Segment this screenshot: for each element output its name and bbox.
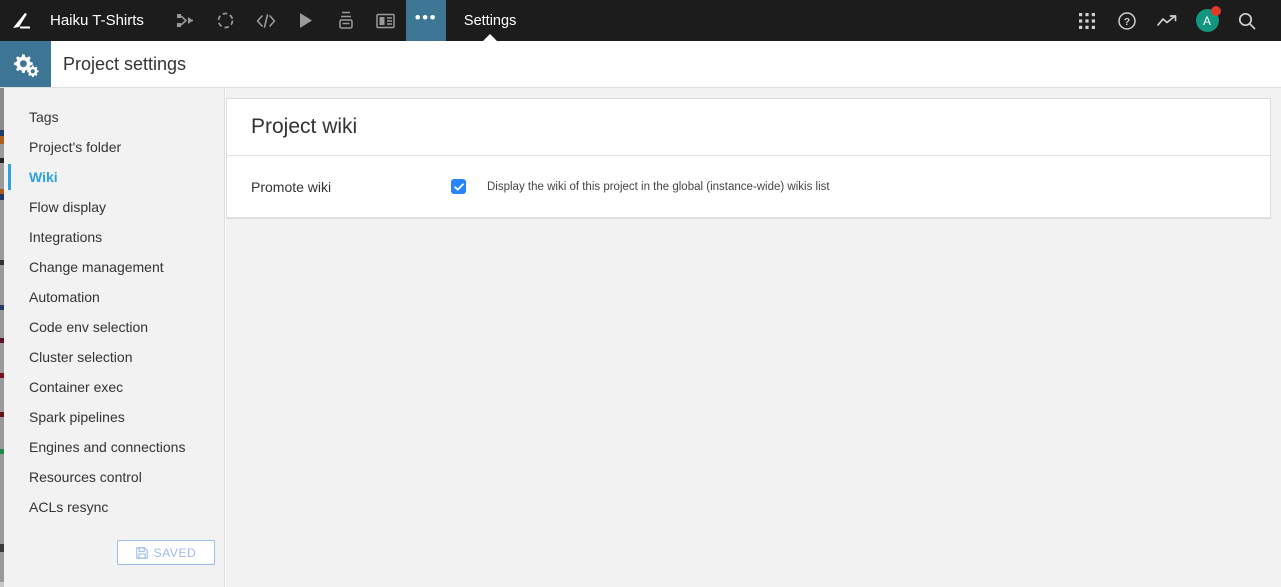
sidebar-item-label: Change management — [29, 259, 164, 275]
sidebar-item-integrations[interactable]: Integrations — [4, 222, 224, 252]
tab-active-caret-icon — [483, 34, 498, 41]
top-navigation-bar: Haiku T-Shirts ••• Settings ? A — [0, 0, 1281, 41]
sidebar-item-container-exec[interactable]: Container exec — [4, 372, 224, 402]
save-button-label: SAVED — [153, 545, 197, 560]
gears-icon[interactable] — [0, 41, 51, 87]
dashboard-icon[interactable] — [366, 0, 406, 41]
sidebar-item-flow-display[interactable]: Flow display — [4, 192, 224, 222]
dataset-icon[interactable] — [206, 0, 246, 41]
save-button[interactable]: SAVED — [117, 540, 215, 565]
project-wiki-card: Project wiki Promote wiki Display the wi… — [226, 98, 1271, 219]
sidebar-item-list: Tags Project's folder Wiki Flow display Inte… — [4, 102, 224, 522]
sidebar-item-change-management[interactable]: Change management — [4, 252, 224, 282]
sidebar-item-code-env-selection[interactable]: Code env selection — [4, 312, 224, 342]
card-title: Project wiki — [227, 99, 1270, 156]
promote-wiki-control: Display the wiki of this project in the … — [451, 179, 830, 194]
tab-settings[interactable]: Settings — [446, 0, 534, 41]
more-menu-dots: ••• — [414, 8, 438, 27]
help-icon[interactable]: ? — [1107, 0, 1147, 41]
more-menu-icon[interactable]: ••• — [405, 0, 446, 41]
sidebar-item-label: Project's folder — [29, 139, 122, 155]
search-icon[interactable] — [1227, 0, 1267, 41]
svg-text:?: ? — [1124, 16, 1130, 28]
sidebar-item-acls-resync[interactable]: ACLs resync — [4, 492, 224, 522]
main-content-area: Project wiki Promote wiki Display the wi… — [226, 88, 1281, 587]
jobs-play-icon[interactable] — [286, 0, 326, 41]
sidebar-item-label: Cluster selection — [29, 349, 133, 365]
trend-icon[interactable] — [1147, 0, 1187, 41]
sidebar-item-label: ACLs resync — [29, 499, 109, 515]
sidebar-item-label: Container exec — [29, 379, 124, 395]
sidebar-item-label: Wiki — [29, 169, 58, 185]
notification-badge-icon — [1211, 6, 1221, 16]
sidebar-item-automation[interactable]: Automation — [4, 282, 224, 312]
sidebar-item-engines-and-connections[interactable]: Engines and connections — [4, 432, 224, 462]
promote-wiki-label: Promote wiki — [251, 178, 332, 195]
avatar[interactable]: A — [1187, 0, 1227, 41]
settings-sidebar: Tags Project's folder Wiki Flow display Inte… — [4, 88, 225, 587]
sidebar-item-project-s-folder[interactable]: Project's folder — [4, 132, 224, 162]
apps-grid-icon[interactable] — [1067, 0, 1107, 41]
promote-wiki-checkbox[interactable] — [451, 179, 466, 194]
dataiku-logo-icon[interactable] — [0, 0, 44, 41]
sidebar-item-label: Automation — [29, 289, 100, 305]
sidebar-item-cluster-selection[interactable]: Cluster selection — [4, 342, 224, 372]
sidebar-item-label: Flow display — [29, 199, 107, 215]
save-disk-icon — [135, 546, 148, 559]
nav-icon-group: ••• — [166, 0, 446, 41]
promote-wiki-row: Promote wiki Display the wiki of this pr… — [227, 156, 1270, 218]
sidebar-item-label: Code env selection — [29, 319, 149, 335]
sidebar-item-label: Tags — [29, 109, 59, 125]
sidebar-item-label: Integrations — [29, 229, 103, 245]
sidebar-item-label: Engines and connections — [29, 439, 186, 455]
project-name-label[interactable]: Haiku T-Shirts — [50, 12, 144, 29]
flow-icon[interactable] — [166, 0, 206, 41]
sidebar-item-label: Resources control — [29, 469, 142, 485]
lab-icon[interactable] — [326, 0, 366, 41]
sidebar-item-spark-pipelines[interactable]: Spark pipelines — [4, 402, 224, 432]
code-icon[interactable] — [246, 0, 286, 41]
sidebar-item-label: Spark pipelines — [29, 409, 125, 425]
sidebar-item-resources-control[interactable]: Resources control — [4, 462, 224, 492]
sidebar-item-tags[interactable]: Tags — [4, 102, 224, 132]
sidebar-item-wiki[interactable]: Wiki — [4, 162, 224, 192]
promote-wiki-checkbox-label[interactable]: Display the wiki of this project in the … — [487, 181, 830, 193]
page-title: Project settings — [63, 53, 187, 74]
project-settings-header: Project settings — [0, 41, 1281, 88]
tab-settings-label: Settings — [463, 12, 517, 29]
top-nav-right-group: ? A — [1067, 0, 1281, 41]
